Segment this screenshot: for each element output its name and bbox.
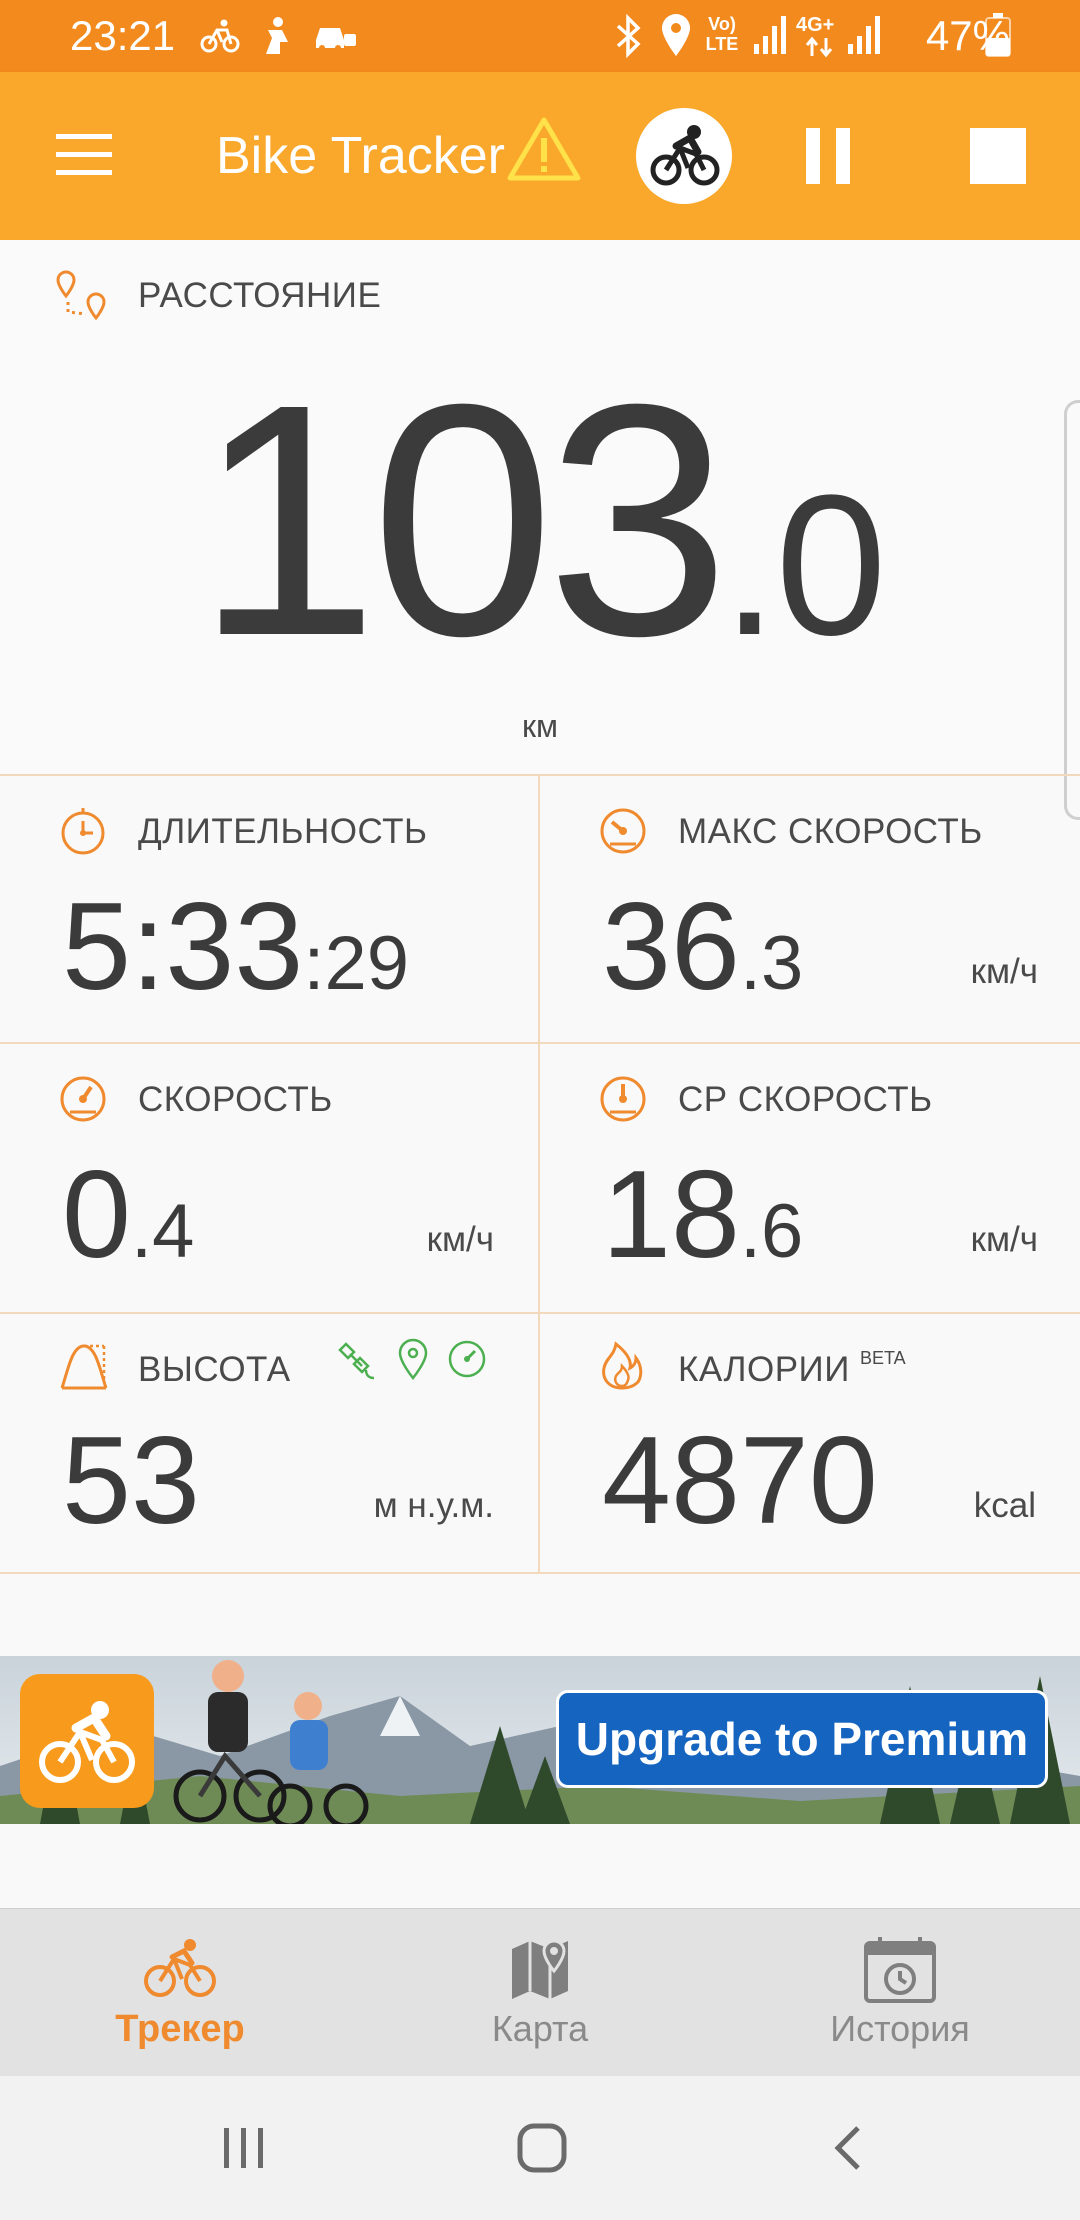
- bluetooth-icon: [616, 14, 641, 58]
- duration-value-sec: :29: [303, 921, 409, 1006]
- duration-value-main: 5:33: [62, 878, 304, 1016]
- speed-label: СКОРОСТЬ: [138, 1080, 333, 1119]
- cyclist-icon: [650, 125, 720, 186]
- avg-speed-card: СР СКОРОСТЬ 18.6 км/ч: [540, 1044, 1080, 1312]
- activity-type-button[interactable]: [636, 108, 732, 204]
- app-logo: [20, 1674, 154, 1808]
- altitude-unit: м н.у.м.: [373, 1486, 494, 1525]
- speedometer-max-icon: [600, 808, 646, 854]
- altitude-card: ВЫСОТА 53 м н.у.м.: [0, 1314, 538, 1572]
- calories-label: КАЛОРИИ: [678, 1350, 850, 1389]
- max-speed-card: МАКС СКОРОСТЬ 36.3 км/ч: [540, 776, 1080, 1042]
- divider: [0, 1572, 1080, 1574]
- avg-speed-value-int: 18: [602, 1146, 740, 1284]
- app-logo-cyclist-icon: [39, 1701, 135, 1783]
- signal-2-icon: [848, 16, 880, 54]
- max-speed-label: МАКС СКОРОСТЬ: [678, 812, 983, 851]
- hamburger-icon: [56, 134, 112, 175]
- calendar-clock-icon: [864, 1937, 936, 2003]
- data-arrows-icon: [805, 36, 833, 58]
- map-icon: [512, 1939, 568, 1999]
- status-bar: 23:21 Vo) LTE 4G+ 47%: [0, 0, 1080, 72]
- satellite-icon[interactable]: [336, 1340, 378, 1382]
- nav-tab-map-label: Карта: [491, 2008, 589, 2049]
- premium-banner[interactable]: Upgrade to Premium: [0, 1656, 1080, 1824]
- avg-speed-value: 18.6: [602, 1150, 803, 1297]
- duration-card: ДЛИТЕЛЬНОСТЬ 5:33:29: [0, 776, 538, 1042]
- gps-location-icon[interactable]: [396, 1338, 430, 1382]
- speed-card: СКОРОСТЬ 0.4 км/ч: [0, 1044, 538, 1312]
- flame-icon: [602, 1341, 643, 1390]
- calories-card: КАЛОРИИ BETA 4870 kcal: [540, 1314, 1080, 1572]
- nav-tab-history-label: История: [830, 2008, 970, 2049]
- bike-icon: [144, 1939, 216, 1997]
- battery-icon: [985, 13, 1011, 57]
- car-notification-icon: [316, 28, 356, 51]
- distance-value-int: 103: [195, 335, 730, 704]
- speed-value-int: 0: [62, 1146, 131, 1284]
- location-icon: [662, 14, 690, 56]
- altitude-value: 53: [62, 1412, 200, 1550]
- warning-icon[interactable]: [506, 116, 582, 182]
- avg-speed-unit: км/ч: [970, 1220, 1038, 1259]
- pause-icon: [806, 128, 850, 184]
- max-speed-value: 36.3: [602, 882, 803, 1029]
- avg-speed-value-dec: .6: [739, 1189, 804, 1274]
- distance-value-dec: .0: [721, 454, 887, 677]
- back-button[interactable]: [824, 2122, 876, 2174]
- menu-button[interactable]: [48, 118, 120, 190]
- distance-unit: км: [522, 708, 558, 744]
- status-time: 23:21: [70, 12, 176, 59]
- system-navigation-bar: [0, 2076, 1080, 2220]
- distance-value: 103.0: [0, 355, 1080, 731]
- bottom-navigation: Трекер Карта История: [0, 1908, 1080, 2077]
- duration-value: 5:33:29: [62, 882, 409, 1029]
- calories-unit: kcal: [973, 1486, 1036, 1525]
- network-type: 4G+: [796, 14, 835, 36]
- home-button[interactable]: [514, 2120, 570, 2176]
- app-title: Bike Tracker: [216, 127, 505, 185]
- duration-label: ДЛИТЕЛЬНОСТЬ: [138, 812, 428, 851]
- nav-tab-history[interactable]: История: [750, 1909, 1050, 2077]
- calories-value: 4870: [602, 1412, 878, 1550]
- max-speed-value-dec: .3: [739, 921, 804, 1006]
- nav-tab-map[interactable]: Карта: [390, 1909, 690, 2077]
- speedometer-icon: [60, 1076, 106, 1122]
- stopwatch-icon: [61, 808, 105, 855]
- volte-indicator: Vo) LTE: [705, 14, 739, 54]
- max-speed-unit: км/ч: [970, 952, 1038, 991]
- speedometer-avg-icon: [600, 1076, 646, 1122]
- max-speed-value-int: 36: [602, 878, 740, 1016]
- barometer-icon[interactable]: [446, 1338, 488, 1380]
- stop-icon: [970, 128, 1026, 184]
- app-bar: Bike Tracker: [0, 72, 1080, 240]
- route-icon: [56, 270, 106, 321]
- avg-speed-label: СР СКОРОСТЬ: [678, 1080, 933, 1119]
- recent-apps-button[interactable]: [218, 2122, 270, 2174]
- speed-unit: км/ч: [426, 1220, 494, 1259]
- person-notification-icon: [266, 17, 288, 54]
- speed-value-dec: .4: [130, 1189, 195, 1274]
- beta-badge: BETA: [860, 1348, 906, 1368]
- stop-button[interactable]: [960, 116, 1040, 196]
- distance-label: РАССТОЯНИЕ: [138, 276, 382, 315]
- nav-tab-tracker-label: Трекер: [115, 2008, 245, 2050]
- upgrade-premium-button[interactable]: Upgrade to Premium: [556, 1690, 1048, 1788]
- speed-value: 0.4: [62, 1150, 194, 1297]
- altitude-label: ВЫСОТА: [138, 1350, 291, 1389]
- nav-tab-tracker[interactable]: Трекер: [30, 1909, 330, 2077]
- pause-button[interactable]: [792, 116, 872, 196]
- altitude-icon: [60, 1344, 108, 1390]
- signal-icon: [754, 16, 786, 54]
- bike-notification-icon: [200, 19, 240, 53]
